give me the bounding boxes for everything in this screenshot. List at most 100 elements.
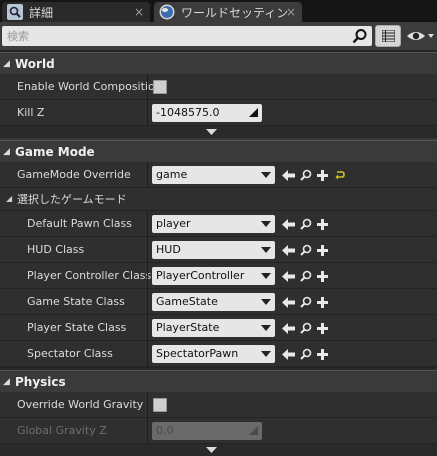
tab-details[interactable]: 詳細 × (2, 2, 150, 22)
add-plus-icon[interactable] (314, 167, 331, 183)
add-plus-icon[interactable] (314, 216, 331, 232)
use-selected-arrow-icon[interactable] (280, 216, 297, 232)
divider (147, 315, 148, 341)
tab-world-settings[interactable]: ワールドセッティン × (154, 2, 302, 22)
use-selected-arrow-icon[interactable] (280, 242, 297, 258)
chevron-down-icon (261, 172, 271, 178)
chevron-down-icon (261, 221, 271, 227)
expand-arrow-icon: ◢ (3, 146, 10, 157)
divider (147, 392, 148, 418)
browse-search-icon[interactable] (297, 346, 314, 362)
add-plus-icon[interactable] (314, 320, 331, 336)
expand-arrow-icon: ◢ (3, 58, 10, 69)
property-default-pawn-class: Default Pawn Class player (0, 211, 437, 237)
search-box (2, 26, 372, 46)
property-player-state-class: Player State Class PlayerState (0, 315, 437, 341)
section-physics-header[interactable]: ◢ Physics (0, 370, 437, 392)
search-row (0, 22, 437, 50)
browse-search-icon[interactable] (297, 216, 314, 232)
browse-search-icon[interactable] (297, 320, 314, 336)
hud-class-dropdown[interactable]: HUD (152, 241, 275, 259)
divider (147, 418, 148, 444)
browse-search-icon[interactable] (297, 167, 314, 183)
close-icon[interactable]: × (134, 5, 144, 19)
chevron-down-icon (261, 273, 271, 279)
drag-handle-icon (249, 426, 258, 435)
tab-world-settings-label: ワールドセッティン (181, 5, 289, 20)
selected-gamemode-label: 選択したゲームモード (17, 193, 127, 206)
search-icon[interactable] (352, 28, 368, 44)
browse-search-icon[interactable] (297, 242, 314, 258)
add-plus-icon[interactable] (314, 346, 331, 362)
property-player-controller-class: Player Controller Class PlayerController (0, 263, 437, 289)
property-label: Spectator Class (27, 347, 113, 360)
row-actions (280, 268, 331, 284)
row-actions (280, 242, 331, 258)
default-pawn-class-dropdown[interactable]: player (152, 215, 275, 233)
enable-world-composition-checkbox[interactable] (153, 80, 167, 94)
eye-icon[interactable] (405, 26, 435, 46)
divider (147, 289, 148, 315)
divider (147, 162, 148, 188)
dropdown-value: HUD (156, 243, 181, 256)
kill-z-field[interactable]: -1048575.0 (152, 104, 262, 122)
property-label: Global Gravity Z (17, 424, 107, 437)
divider (147, 100, 148, 126)
divider (147, 74, 148, 100)
use-selected-arrow-icon[interactable] (280, 346, 297, 362)
property-spectator-class: Spectator Class SpectatorPawn (0, 341, 437, 367)
spectator-class-dropdown[interactable]: SpectatorPawn (152, 345, 275, 363)
global-gravity-z-value: 0.0 (156, 424, 174, 437)
use-selected-arrow-icon[interactable] (280, 268, 297, 284)
view-options-button[interactable] (375, 25, 401, 47)
advanced-expander-world[interactable] (0, 126, 437, 138)
expand-down-icon (206, 129, 217, 135)
game-state-class-dropdown[interactable]: GameState (152, 293, 275, 311)
add-plus-icon[interactable] (314, 242, 331, 258)
property-label: Override World Gravity (17, 398, 144, 411)
section-world-header[interactable]: ◢ World (0, 52, 437, 74)
chevron-down-icon (261, 299, 271, 305)
property-kill-z: Kill Z -1048575.0 (0, 100, 437, 126)
close-icon[interactable]: × (286, 5, 296, 19)
add-plus-icon[interactable] (314, 268, 331, 284)
tab-details-label: 詳細 (29, 5, 54, 20)
selected-gamemode-group[interactable]: ◢ 選択したゲームモード (0, 188, 437, 211)
section-game-mode-header[interactable]: ◢ Game Mode (0, 140, 437, 162)
chevron-down-icon (261, 351, 271, 357)
use-selected-arrow-icon[interactable] (280, 167, 297, 183)
row-actions (280, 294, 331, 310)
divider (147, 237, 148, 263)
dropdown-value: game (156, 168, 188, 181)
override-world-gravity-checkbox[interactable] (153, 398, 167, 412)
browse-search-icon[interactable] (297, 294, 314, 310)
property-global-gravity-z: Global Gravity Z 0.0 (0, 418, 437, 444)
advanced-expander-physics[interactable] (0, 444, 437, 456)
property-label: Game State Class (27, 295, 125, 308)
row-actions (280, 346, 331, 362)
property-gamemode-override: GameMode Override game (0, 162, 437, 188)
use-selected-arrow-icon[interactable] (280, 294, 297, 310)
dropdown-value: SpectatorPawn (156, 347, 239, 360)
tab-bar: 詳細 × ワールドセッティン × (0, 0, 437, 22)
dropdown-value: player (156, 217, 191, 230)
gamemode-override-dropdown[interactable]: game (152, 166, 275, 184)
use-selected-arrow-icon[interactable] (280, 320, 297, 336)
expand-arrow-icon: ◢ (6, 194, 13, 203)
row-actions (280, 320, 331, 336)
property-label: Enable World Composition (17, 80, 162, 93)
divider (147, 263, 148, 289)
divider (147, 211, 148, 237)
divider (147, 341, 148, 367)
globe-icon (159, 4, 175, 20)
search-input[interactable] (2, 26, 347, 46)
add-plus-icon[interactable] (314, 294, 331, 310)
property-hud-class: HUD Class HUD (0, 237, 437, 263)
dropdown-value: PlayerState (156, 321, 220, 334)
reset-to-default-icon[interactable] (331, 167, 348, 183)
global-gravity-z-field: 0.0 (152, 422, 262, 440)
browse-search-icon[interactable] (297, 268, 314, 284)
player-controller-class-dropdown[interactable]: PlayerController (152, 267, 275, 285)
player-state-class-dropdown[interactable]: PlayerState (152, 319, 275, 337)
drag-handle-icon[interactable] (249, 108, 258, 117)
